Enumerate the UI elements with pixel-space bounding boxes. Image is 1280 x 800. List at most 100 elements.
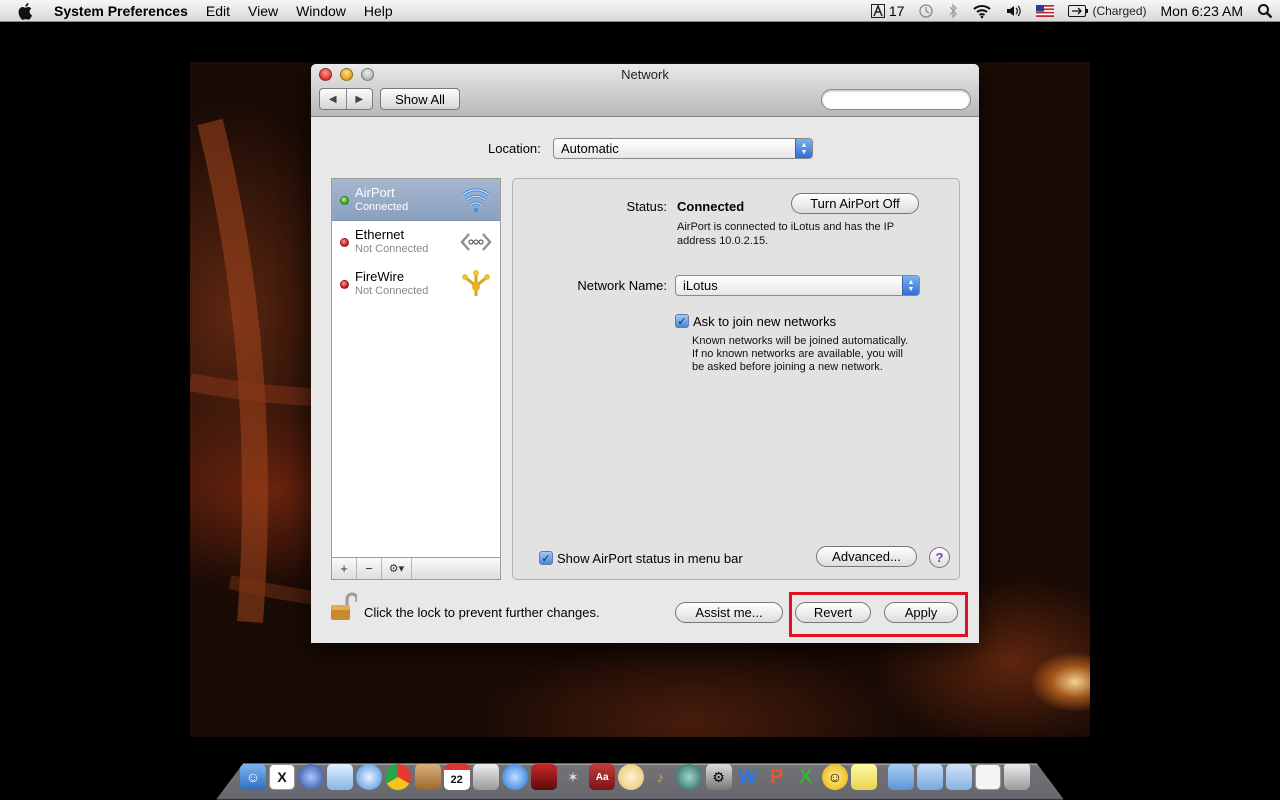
- wifi-status-icon[interactable]: [972, 0, 992, 22]
- network-name-popup[interactable]: iLotus ▲ ▼: [675, 275, 920, 296]
- chrome-icon[interactable]: [385, 764, 412, 790]
- checkmark-icon: ✓: [541, 552, 551, 565]
- window-titlebar: Network ◀ ▶ Show All: [311, 64, 979, 117]
- location-label: Location:: [488, 141, 541, 156]
- status-dot-connected: [340, 196, 349, 205]
- finder-icon[interactable]: ☺: [240, 764, 266, 790]
- box-icon[interactable]: [327, 764, 354, 790]
- menu-edit[interactable]: Edit: [197, 0, 239, 22]
- popup-arrows-icon: ▲ ▼: [902, 276, 919, 295]
- downloads-folder-icon[interactable]: [946, 764, 973, 790]
- forward-button[interactable]: ▶: [345, 89, 373, 109]
- remove-service-button[interactable]: −: [357, 558, 382, 579]
- ask-join-description: Known networks will be joined automatica…: [692, 335, 908, 374]
- status-description-line: AirPort is connected to iLotus and has t…: [677, 221, 895, 233]
- back-arrow-icon: ◀: [328, 93, 337, 105]
- service-item-ethernet[interactable]: Ethernet Not Connected: [332, 221, 500, 263]
- adobe-status-item[interactable]: 17: [870, 0, 905, 22]
- word-icon[interactable]: W: [735, 764, 761, 790]
- time-machine-status-icon[interactable]: [918, 0, 934, 22]
- network-window: Network ◀ ▶ Show All Location: Automatic…: [311, 64, 979, 643]
- location-value: Automatic: [561, 141, 619, 156]
- trash-icon[interactable]: [1004, 764, 1031, 790]
- documents-folder-icon[interactable]: [917, 764, 944, 790]
- status-dot-disconnected: [340, 238, 349, 247]
- show-status-checkbox[interactable]: ✓: [539, 551, 553, 565]
- service-item-airport[interactable]: AirPort Connected: [332, 179, 500, 221]
- service-action-menu-button[interactable]: ⚙▾: [382, 558, 412, 579]
- checkmark-icon: ✓: [677, 315, 687, 328]
- ask-join-label[interactable]: Ask to join new networks: [693, 314, 836, 329]
- dock-icons: ☺ X 22 ✶ Aa ♪ ⚙ W P X ☺: [240, 762, 1034, 792]
- calendar-icon[interactable]: 22: [443, 764, 470, 790]
- messenger-icon[interactable]: ☺: [821, 764, 848, 790]
- ask-join-description-line: Known networks will be joined automatica…: [692, 335, 909, 347]
- time-machine-icon[interactable]: [676, 764, 703, 790]
- menu-view[interactable]: View: [239, 0, 287, 22]
- network-name-value: iLotus: [683, 278, 718, 293]
- itunes-icon[interactable]: [501, 764, 528, 790]
- address-book-icon[interactable]: [414, 764, 441, 790]
- x11-icon[interactable]: X: [269, 764, 296, 790]
- turn-airport-off-button[interactable]: Turn AirPort Off: [791, 193, 919, 214]
- menu-bar: System Preferences Edit View Window Help…: [0, 0, 1280, 22]
- battery-icon: [1068, 5, 1089, 17]
- battery-status-text: (Charged): [1092, 4, 1147, 18]
- ask-join-description-line: If no known networks are available, you …: [692, 348, 903, 360]
- menu-window[interactable]: Window: [287, 0, 355, 22]
- status-dot-disconnected: [340, 280, 349, 289]
- ethernet-icon: [460, 233, 492, 251]
- us-flag-input-icon[interactable]: [1036, 0, 1055, 22]
- forward-arrow-icon: ▶: [355, 93, 364, 105]
- airport-detail-panel: Status: Connected Turn AirPort Off AirPo…: [512, 178, 960, 580]
- battery-status-item[interactable]: (Charged): [1068, 0, 1147, 22]
- dictionary-icon[interactable]: Aa: [589, 764, 616, 790]
- status-description-line: address 10.0.2.15.: [677, 235, 769, 247]
- menu-app-name[interactable]: System Preferences: [54, 0, 197, 22]
- network-name-label: Network Name:: [577, 278, 667, 293]
- applications-folder-icon[interactable]: [888, 764, 915, 790]
- adobe-icon: [870, 4, 885, 18]
- volume-status-icon[interactable]: [1006, 0, 1022, 22]
- system-preferences-icon[interactable]: ⚙: [705, 764, 732, 790]
- highlight-box: [789, 592, 968, 637]
- clock[interactable]: Mon 6:23 AM: [1161, 0, 1244, 22]
- network-icon[interactable]: [298, 764, 325, 790]
- safari-icon[interactable]: [356, 764, 383, 790]
- window-title: Network: [621, 67, 669, 82]
- excel-icon[interactable]: X: [793, 764, 819, 790]
- assist-me-button[interactable]: Assist me...: [675, 602, 783, 623]
- back-button[interactable]: ◀: [320, 89, 346, 109]
- stickies-icon[interactable]: [850, 764, 877, 790]
- help-button[interactable]: ?: [929, 547, 950, 568]
- adobe-status-count: 17: [888, 3, 905, 19]
- apple-menu-icon[interactable]: [16, 1, 36, 21]
- preview-icon[interactable]: [472, 764, 499, 790]
- photo-booth-icon[interactable]: [530, 764, 557, 790]
- add-service-button[interactable]: +: [332, 558, 357, 579]
- popup-arrows-icon: ▲ ▼: [795, 139, 812, 158]
- service-list: AirPort Connected Ethernet Not Connected…: [331, 178, 501, 580]
- status-label: Status:: [626, 199, 667, 214]
- firewire-icon: [462, 270, 490, 296]
- show-status-label[interactable]: Show AirPort status in menu bar: [557, 551, 743, 566]
- spotlight-icon[interactable]: [1257, 0, 1273, 22]
- globe-icon[interactable]: [618, 764, 645, 790]
- service-list-toolbar: + − ⚙▾: [331, 557, 501, 580]
- location-popup[interactable]: Automatic ▲ ▼: [553, 138, 813, 159]
- unlocked-lock-icon[interactable]: [329, 592, 357, 622]
- show-all-button[interactable]: Show All: [380, 88, 460, 110]
- garageband-icon[interactable]: ♪: [647, 764, 673, 790]
- status-menus: 17 (Charged) Mon 6:23 AM: [864, 0, 1280, 22]
- menu-help[interactable]: Help: [355, 0, 402, 22]
- status-value: Connected: [677, 199, 745, 214]
- service-item-firewire[interactable]: FireWire Not Connected: [332, 263, 500, 305]
- advanced-button[interactable]: Advanced...: [816, 546, 917, 567]
- spaces-icon[interactable]: ✶: [560, 764, 586, 790]
- back-forward-control: ◀ ▶: [319, 88, 373, 110]
- ask-join-checkbox[interactable]: ✓: [675, 314, 689, 328]
- notes-icon[interactable]: [975, 764, 1002, 790]
- bluetooth-status-icon[interactable]: [948, 0, 958, 22]
- powerpoint-icon[interactable]: P: [764, 764, 790, 790]
- search-input[interactable]: [832, 91, 979, 108]
